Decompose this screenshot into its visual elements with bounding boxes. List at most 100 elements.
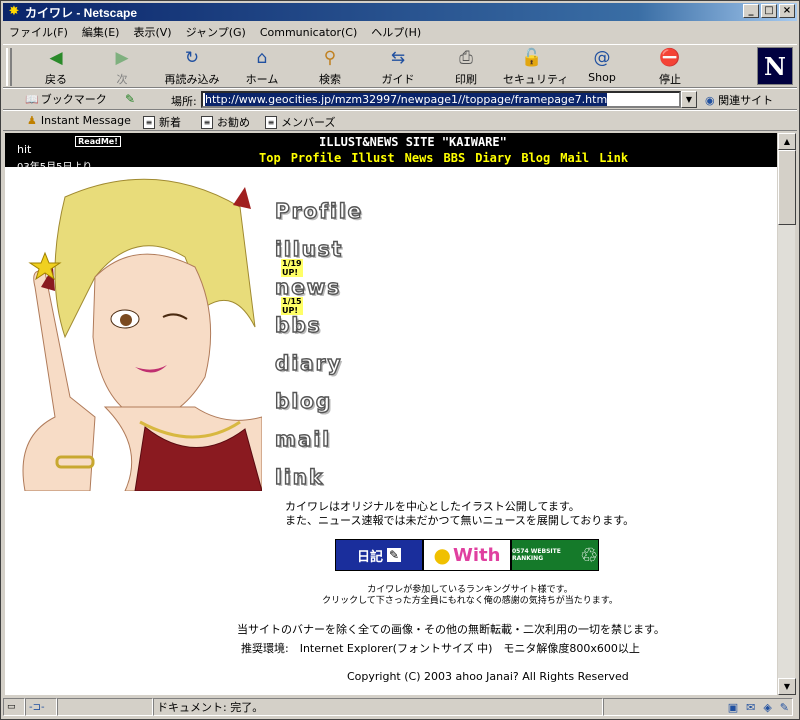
site-title: ILLUST&NEWS SITE "KAIWARE"	[319, 135, 507, 149]
recycle-icon: ♲	[580, 543, 598, 567]
copyright: Copyright (C) 2003 ahoo Janai? All Right…	[347, 670, 629, 683]
status-bar: ▭ -⊐- ドキュメント: 完了。 ▣ ✉ ◈ ✎	[3, 696, 797, 718]
usage-rules: 当サイトのバナーを除く全ての画像・その他の無断転載・二次利用の一切を禁じます。 …	[237, 623, 665, 655]
nav-diary[interactable]: Diary	[475, 151, 511, 165]
menu-bbs-link[interactable]: bbs	[274, 312, 322, 337]
lock-icon: ▭	[7, 702, 16, 712]
hit-counter-label: hit	[17, 143, 32, 156]
search-button[interactable]: ⚲ 検索	[301, 47, 359, 87]
url-text: http://www.geocities.jp/mzm32997/newpage…	[205, 93, 608, 106]
vertical-scrollbar[interactable]: ▲ ▼	[777, 133, 796, 695]
url-field[interactable]: http://www.geocities.jp/mzm32997/newpage…	[201, 91, 681, 108]
mail-icon[interactable]: ✉	[746, 701, 755, 714]
ranking-banners: 日記 ✎ ● With 0574 WEBSITE RANKING ♲	[335, 539, 599, 571]
title-bar: ✸ カイワレ - Netscape _ □ ×	[3, 3, 797, 21]
menu-bar: ファイル(F) 編集(E) 表示(V) ジャンプ(G) Communicator…	[3, 22, 797, 42]
site-description: カイワレはオリジナルを中心としたイラスト公開してます。 また、ニュース速報では未…	[285, 500, 635, 527]
notebook-icon: ✎	[386, 548, 402, 562]
nav-illust[interactable]: Illust	[351, 151, 394, 165]
print-button[interactable]: ⎙ 印刷	[437, 47, 495, 87]
menu-diary-link[interactable]: diary	[274, 350, 343, 375]
navigation-toolbar: ◀ 戻る ▶ 次 ↻ 再読み込み ⌂ ホーム ⚲ 検索 ⇆ ガイド ⎙ 印刷 🔓	[3, 44, 797, 88]
composer-icon[interactable]: ✎	[780, 701, 789, 714]
menu-help[interactable]: ヘルプ(H)	[371, 24, 421, 40]
stop-button[interactable]: ⛔ 停止	[641, 47, 699, 87]
url-dropdown-button[interactable]: ▼	[681, 91, 697, 108]
person-icon: ♟	[27, 114, 37, 127]
guide-button[interactable]: ⇆ ガイド	[369, 47, 427, 87]
bookmarks-button[interactable]: 📖 ブックマーク	[25, 91, 107, 107]
menu-news-link[interactable]: news	[274, 274, 341, 299]
page-icon: ≡	[201, 115, 213, 129]
readme-badge[interactable]: ReadMe!	[75, 136, 121, 147]
nav-link[interactable]: Link	[599, 151, 628, 165]
menu-file[interactable]: ファイル(F)	[9, 24, 68, 40]
newsgroup-icon[interactable]: ◈	[763, 701, 771, 714]
nav-blog[interactable]: Blog	[521, 151, 550, 165]
back-button[interactable]: ◀ 戻る	[27, 47, 85, 87]
security-status-icon[interactable]: ▭	[3, 698, 25, 716]
girl-illustration	[5, 167, 262, 491]
printer-icon: ⎙	[459, 48, 473, 68]
location-toolbar: 📖 ブックマーク ✎ 場所: http://www.geocities.jp/m…	[3, 88, 797, 110]
nav-bbs[interactable]: BBS	[444, 151, 466, 165]
nav-profile[interactable]: Profile	[291, 151, 342, 165]
menu-view[interactable]: 表示(V)	[133, 24, 171, 40]
menu-link-link[interactable]: link	[274, 464, 324, 489]
home-button[interactable]: ⌂ ホーム	[233, 47, 291, 87]
security-button[interactable]: 🔓 セキュリティ	[503, 47, 568, 87]
toolbar-grip[interactable]	[6, 48, 12, 86]
top-nav: Top Profile Illust News BBS Diary Blog M…	[259, 151, 628, 165]
menu-edit[interactable]: 編集(E)	[82, 24, 120, 40]
menu-profile-link[interactable]: Profile	[274, 198, 363, 223]
lock-icon: 🔓	[521, 48, 543, 68]
back-arrow-icon: ◀	[49, 48, 63, 68]
scroll-down-button[interactable]: ▼	[778, 678, 796, 695]
close-button[interactable]: ×	[779, 4, 795, 18]
shop-icon: @	[593, 48, 611, 68]
forward-button[interactable]: ▶ 次	[93, 47, 151, 87]
status-text: ドキュメント: 完了。	[153, 698, 603, 716]
diary-ranking-banner[interactable]: 日記 ✎	[335, 539, 423, 571]
search-icon: ⚲	[323, 48, 337, 68]
scroll-up-button[interactable]: ▲	[778, 133, 796, 150]
menu-illust-link[interactable]: illust	[274, 236, 343, 261]
ranking-note: カイワレが参加しているランキングサイト様です。 クリックして下さった方全員にもれ…	[322, 585, 618, 606]
nav-top[interactable]: Top	[259, 151, 281, 165]
scroll-thumb[interactable]	[778, 150, 796, 225]
personal-toolbar: ♟ Instant Message ≡ 新着 ≡ お勧め ≡ メンバーズ	[3, 110, 797, 131]
related-sites-button[interactable]: ◉ 関連サイト	[705, 92, 773, 108]
home-icon: ⌂	[256, 48, 268, 68]
maximize-button[interactable]: □	[761, 4, 777, 18]
component-bar: ▣ ✉ ◈ ✎	[603, 698, 793, 716]
website-ranking-banner[interactable]: 0574 WEBSITE RANKING ♲	[511, 539, 599, 571]
location-label: 場所:	[171, 95, 197, 108]
nav-news[interactable]: News	[405, 151, 434, 165]
shop-button[interactable]: @ Shop	[573, 47, 631, 87]
menu-go[interactable]: ジャンプ(G)	[186, 24, 246, 40]
browser-window: ✸ カイワレ - Netscape _ □ × ファイル(F) 編集(E) 表示…	[0, 0, 800, 720]
chick-icon: ●	[433, 543, 451, 567]
menu-communicator[interactable]: Communicator(C)	[260, 26, 357, 39]
recommend-link[interactable]: ≡ お勧め	[201, 114, 250, 130]
new-link[interactable]: ≡ 新着	[143, 114, 181, 130]
progress-bar	[57, 698, 153, 716]
menu-mail-link[interactable]: mail	[274, 426, 331, 451]
netscape-icon: ✸	[8, 4, 20, 19]
instant-message-link[interactable]: ♟ Instant Message	[27, 114, 131, 127]
connection-status-icon[interactable]: -⊐-	[25, 698, 57, 716]
page-proxy-icon[interactable]: ✎	[125, 92, 135, 106]
page-icon: ≡	[265, 115, 277, 129]
reload-icon: ↻	[184, 48, 200, 68]
minimize-button[interactable]: _	[743, 4, 759, 18]
menu-blog-link[interactable]: blog	[274, 388, 332, 413]
navigator-icon[interactable]: ▣	[728, 701, 738, 714]
reload-button[interactable]: ↻ 再読み込み	[163, 47, 221, 87]
plug-icon: -⊐-	[29, 701, 45, 713]
page-content: hit ReadMe! 03年5月5日より ILLUST&NEWS SITE "…	[5, 133, 777, 695]
with-ranking-banner[interactable]: ● With	[423, 539, 511, 571]
members-link[interactable]: ≡ メンバーズ	[265, 114, 335, 130]
nav-mail[interactable]: Mail	[560, 151, 589, 165]
bookmark-book-icon: 📖	[25, 92, 39, 106]
netscape-logo[interactable]: N	[757, 47, 793, 85]
